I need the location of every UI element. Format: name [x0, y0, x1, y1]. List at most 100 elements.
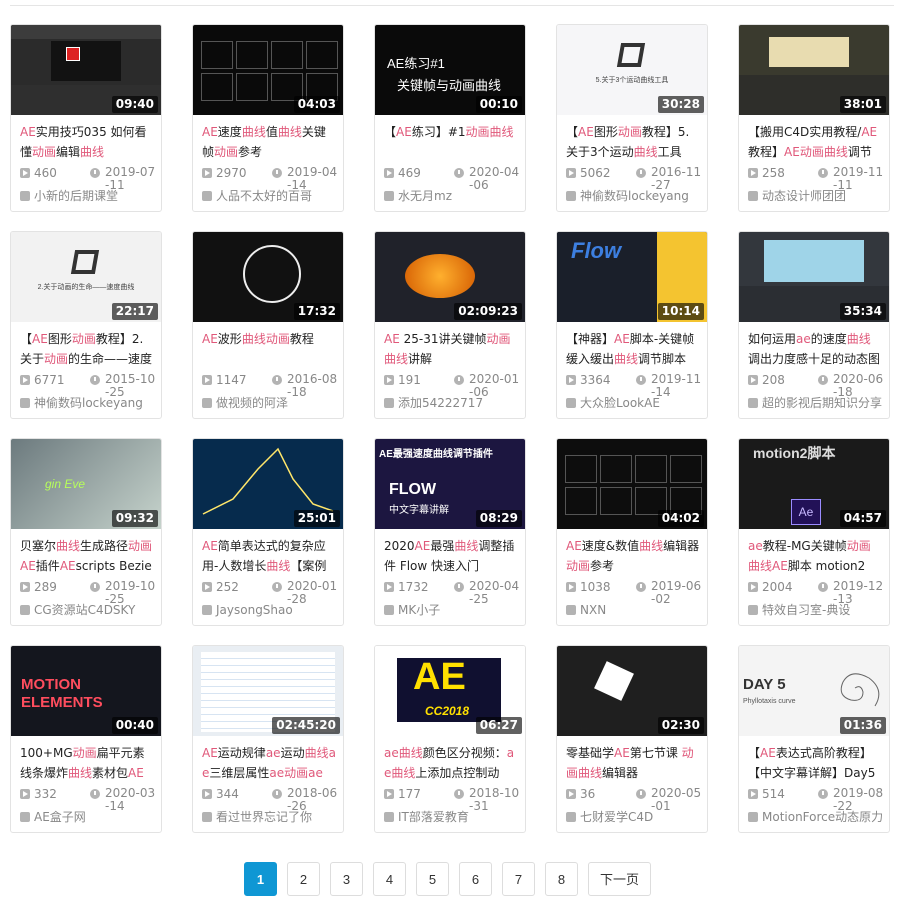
video-card[interactable]: 2.关于动画的生命——速度曲线 22:17 【AE图形动画教程】2.关于动画的生命—…	[10, 231, 162, 419]
author-name[interactable]: 添加54222717	[398, 396, 483, 410]
page-button-2[interactable]: 2	[287, 862, 320, 896]
author-name[interactable]: 特效自习室-典设	[762, 603, 850, 617]
author-name[interactable]: MK小子	[398, 603, 440, 617]
video-title[interactable]: 【AE图形动画教程】2.关于动画的生命——速度	[20, 329, 154, 369]
video-author[interactable]: 神偷数码lockeyang	[566, 188, 706, 204]
page-button-5[interactable]: 5	[416, 862, 449, 896]
video-author[interactable]: 超的影视后期知识分享	[748, 395, 888, 411]
video-thumbnail[interactable]: Flow 10:14	[557, 232, 707, 322]
video-thumbnail[interactable]: 02:45:20	[193, 646, 343, 736]
video-thumbnail[interactable]: gin Eve 09:32	[11, 439, 161, 529]
video-author[interactable]: 大众脸LookAE	[566, 395, 706, 411]
video-title[interactable]: ae曲线颜色区分视频：ae曲线上添加点控制动	[384, 743, 518, 783]
video-author[interactable]: IT部落爱教育	[384, 809, 524, 825]
video-thumbnail[interactable]: 04:02	[557, 439, 707, 529]
video-card[interactable]: AE练习#1 关键帧与动画曲线 00:10 【AE练习】#1动画曲线 469 2020-0…	[374, 24, 526, 212]
video-thumbnail[interactable]: 35:34	[739, 232, 889, 322]
author-name[interactable]: JaysongShao	[216, 603, 293, 617]
author-name[interactable]: 神偷数码lockeyang	[34, 396, 143, 410]
video-author[interactable]: MK小子	[384, 602, 524, 618]
next-page-button[interactable]: 下一页	[588, 862, 651, 896]
video-thumbnail[interactable]: MOTION ELEMENTS 00:40	[11, 646, 161, 736]
video-author[interactable]: CG资源站C4DSKY	[20, 602, 160, 618]
video-card[interactable]: DAY 5 Phyllotaxis curve 01:36 【AE表达式高阶教程】【中…	[738, 645, 890, 833]
video-thumbnail[interactable]: 02:09:23	[375, 232, 525, 322]
video-title[interactable]: 【搬用C4D实用教程/AE教程】AE动画曲线调节	[748, 122, 882, 162]
video-thumbnail[interactable]: 17:32	[193, 232, 343, 322]
video-thumbnail[interactable]: motion2脚本 Ae 04:57	[739, 439, 889, 529]
video-title[interactable]: AE 25-31讲关键帧动画曲线讲解	[384, 329, 518, 369]
video-title[interactable]: 【AE练习】#1动画曲线	[384, 122, 518, 162]
author-name[interactable]: 大众脸LookAE	[580, 396, 660, 410]
video-author[interactable]: 做视频的阿泽	[202, 395, 342, 411]
author-name[interactable]: 水无月mz	[398, 189, 452, 203]
video-card[interactable]: 17:32 AE波形曲线动画教程 1147 2016-08-18 做视频的阿泽	[192, 231, 344, 419]
video-title[interactable]: ae教程-MG关键帧动画曲线AE脚本 motion2	[748, 536, 882, 576]
video-thumbnail[interactable]: 2.关于动画的生命——速度曲线 22:17	[11, 232, 161, 322]
video-thumbnail[interactable]: DAY 5 Phyllotaxis curve 01:36	[739, 646, 889, 736]
author-name[interactable]: 做视频的阿泽	[216, 396, 288, 410]
video-title[interactable]: 【AE表达式高阶教程】【中文字幕详解】Day5	[748, 743, 882, 783]
video-card[interactable]: 09:40 AE实用技巧035 如何看懂动画编辑曲线 460 2019-07-11 小新…	[10, 24, 162, 212]
video-title[interactable]: 零基础学AE第七节课 动画曲线编辑器	[566, 743, 700, 783]
author-name[interactable]: 看过世界忘记了你	[216, 810, 312, 824]
page-button-7[interactable]: 7	[502, 862, 535, 896]
video-thumbnail[interactable]: AE最强速度曲线调节插件 FLOW 中文字幕讲解 08:29	[375, 439, 525, 529]
video-author[interactable]: 小新的后期课堂	[20, 188, 160, 204]
video-card[interactable]: MOTION ELEMENTS 00:40 100+MG动画扁平元素线条爆炸曲线素材包…	[10, 645, 162, 833]
video-card[interactable]: 02:45:20 AE运动规律ae运动曲线ae三维层属性ae动画ae 344 2018…	[192, 645, 344, 833]
video-card[interactable]: 02:09:23 AE 25-31讲关键帧动画曲线讲解 191 2020-01-06 添…	[374, 231, 526, 419]
video-author[interactable]: 动态设计师团团	[748, 188, 888, 204]
video-author[interactable]: 特效自习室-典设	[748, 602, 888, 618]
video-thumbnail[interactable]: 38:01	[739, 25, 889, 115]
video-card[interactable]: 25:01 AE简单表达式的复杂应用-人数增长曲线【案例 252 2020-01-28…	[192, 438, 344, 626]
video-title[interactable]: 【AE图形动画教程】5.关于3个运动曲线工具	[566, 122, 700, 162]
video-thumbnail[interactable]: 02:30	[557, 646, 707, 736]
video-thumbnail[interactable]: AE练习#1 关键帧与动画曲线 00:10	[375, 25, 525, 115]
video-title[interactable]: AE实用技巧035 如何看懂动画编辑曲线	[20, 122, 154, 162]
video-title[interactable]: 100+MG动画扁平元素线条爆炸曲线素材包AE模	[20, 743, 154, 783]
video-title[interactable]: 如何运用ae的速度曲线调出力度感十足的动态图	[748, 329, 882, 369]
video-card[interactable]: 04:02 AE速度&数值曲线编辑器动画参考 1038 2019-06-02 NXN	[556, 438, 708, 626]
video-card[interactable]: 35:34 如何运用ae的速度曲线调出力度感十足的动态图 208 2020-06-18…	[738, 231, 890, 419]
author-name[interactable]: 动态设计师团团	[762, 189, 846, 203]
author-name[interactable]: 七财爱学C4D	[580, 810, 653, 824]
author-name[interactable]: IT部落爱教育	[398, 810, 469, 824]
video-author[interactable]: 七财爱学C4D	[566, 809, 706, 825]
video-title[interactable]: AE速度&数值曲线编辑器动画参考	[566, 536, 700, 576]
author-name[interactable]: 超的影视后期知识分享	[762, 396, 882, 410]
video-card[interactable]: AE CC2018 06:27 ae曲线颜色区分视频：ae曲线上添加点控制动 177 20…	[374, 645, 526, 833]
video-card[interactable]: 38:01 【搬用C4D实用教程/AE教程】AE动画曲线调节 258 2019-11-…	[738, 24, 890, 212]
video-thumbnail[interactable]: 09:40	[11, 25, 161, 115]
video-author[interactable]: AE盒子网	[20, 809, 160, 825]
video-thumbnail[interactable]: 25:01	[193, 439, 343, 529]
video-title[interactable]: AE简单表达式的复杂应用-人数增长曲线【案例	[202, 536, 336, 576]
author-name[interactable]: NXN	[580, 603, 606, 617]
page-button-4[interactable]: 4	[373, 862, 406, 896]
author-name[interactable]: 小新的后期课堂	[34, 189, 118, 203]
author-name[interactable]: AE盒子网	[34, 810, 86, 824]
video-title[interactable]: 2020AE最强曲线调整插件 Flow 快速入门	[384, 536, 518, 576]
video-title[interactable]: AE速度曲线值曲线关键帧动画参考	[202, 122, 336, 162]
video-title[interactable]: 贝塞尔曲线生成路径动画AE插件AEscripts Bezier	[20, 536, 154, 576]
video-card[interactable]: 02:30 零基础学AE第七节课 动画曲线编辑器 36 2020-05-01 七财爱学C…	[556, 645, 708, 833]
video-title[interactable]: AE波形曲线动画教程	[202, 329, 336, 369]
video-card[interactable]: gin Eve 09:32 贝塞尔曲线生成路径动画AE插件AEscripts Bez…	[10, 438, 162, 626]
video-thumbnail[interactable]: 04:03	[193, 25, 343, 115]
video-author[interactable]: 人品不太好的百哥	[202, 188, 342, 204]
video-thumbnail[interactable]: 5.关于3个运动曲线工具 30:28	[557, 25, 707, 115]
video-card[interactable]: Flow 10:14 【神器】AE脚本-关键帧缓入缓出曲线调节脚本 3364 2019-…	[556, 231, 708, 419]
author-name[interactable]: MotionForce动态原力	[762, 810, 883, 824]
video-author[interactable]: NXN	[566, 602, 706, 618]
video-author[interactable]: JaysongShao	[202, 602, 342, 618]
video-card[interactable]: 04:03 AE速度曲线值曲线关键帧动画参考 2970 2019-04-14 人品不太好…	[192, 24, 344, 212]
author-name[interactable]: 神偷数码lockeyang	[580, 189, 689, 203]
video-author[interactable]: 添加54222717	[384, 395, 524, 411]
video-card[interactable]: motion2脚本 Ae 04:57 ae教程-MG关键帧动画曲线AE脚本 motio…	[738, 438, 890, 626]
video-thumbnail[interactable]: AE CC2018 06:27	[375, 646, 525, 736]
author-name[interactable]: 人品不太好的百哥	[216, 189, 312, 203]
video-title[interactable]: 【神器】AE脚本-关键帧缓入缓出曲线调节脚本	[566, 329, 700, 369]
video-title[interactable]: AE运动规律ae运动曲线ae三维层属性ae动画ae	[202, 743, 336, 783]
author-name[interactable]: CG资源站C4DSKY	[34, 603, 135, 617]
page-button-6[interactable]: 6	[459, 862, 492, 896]
